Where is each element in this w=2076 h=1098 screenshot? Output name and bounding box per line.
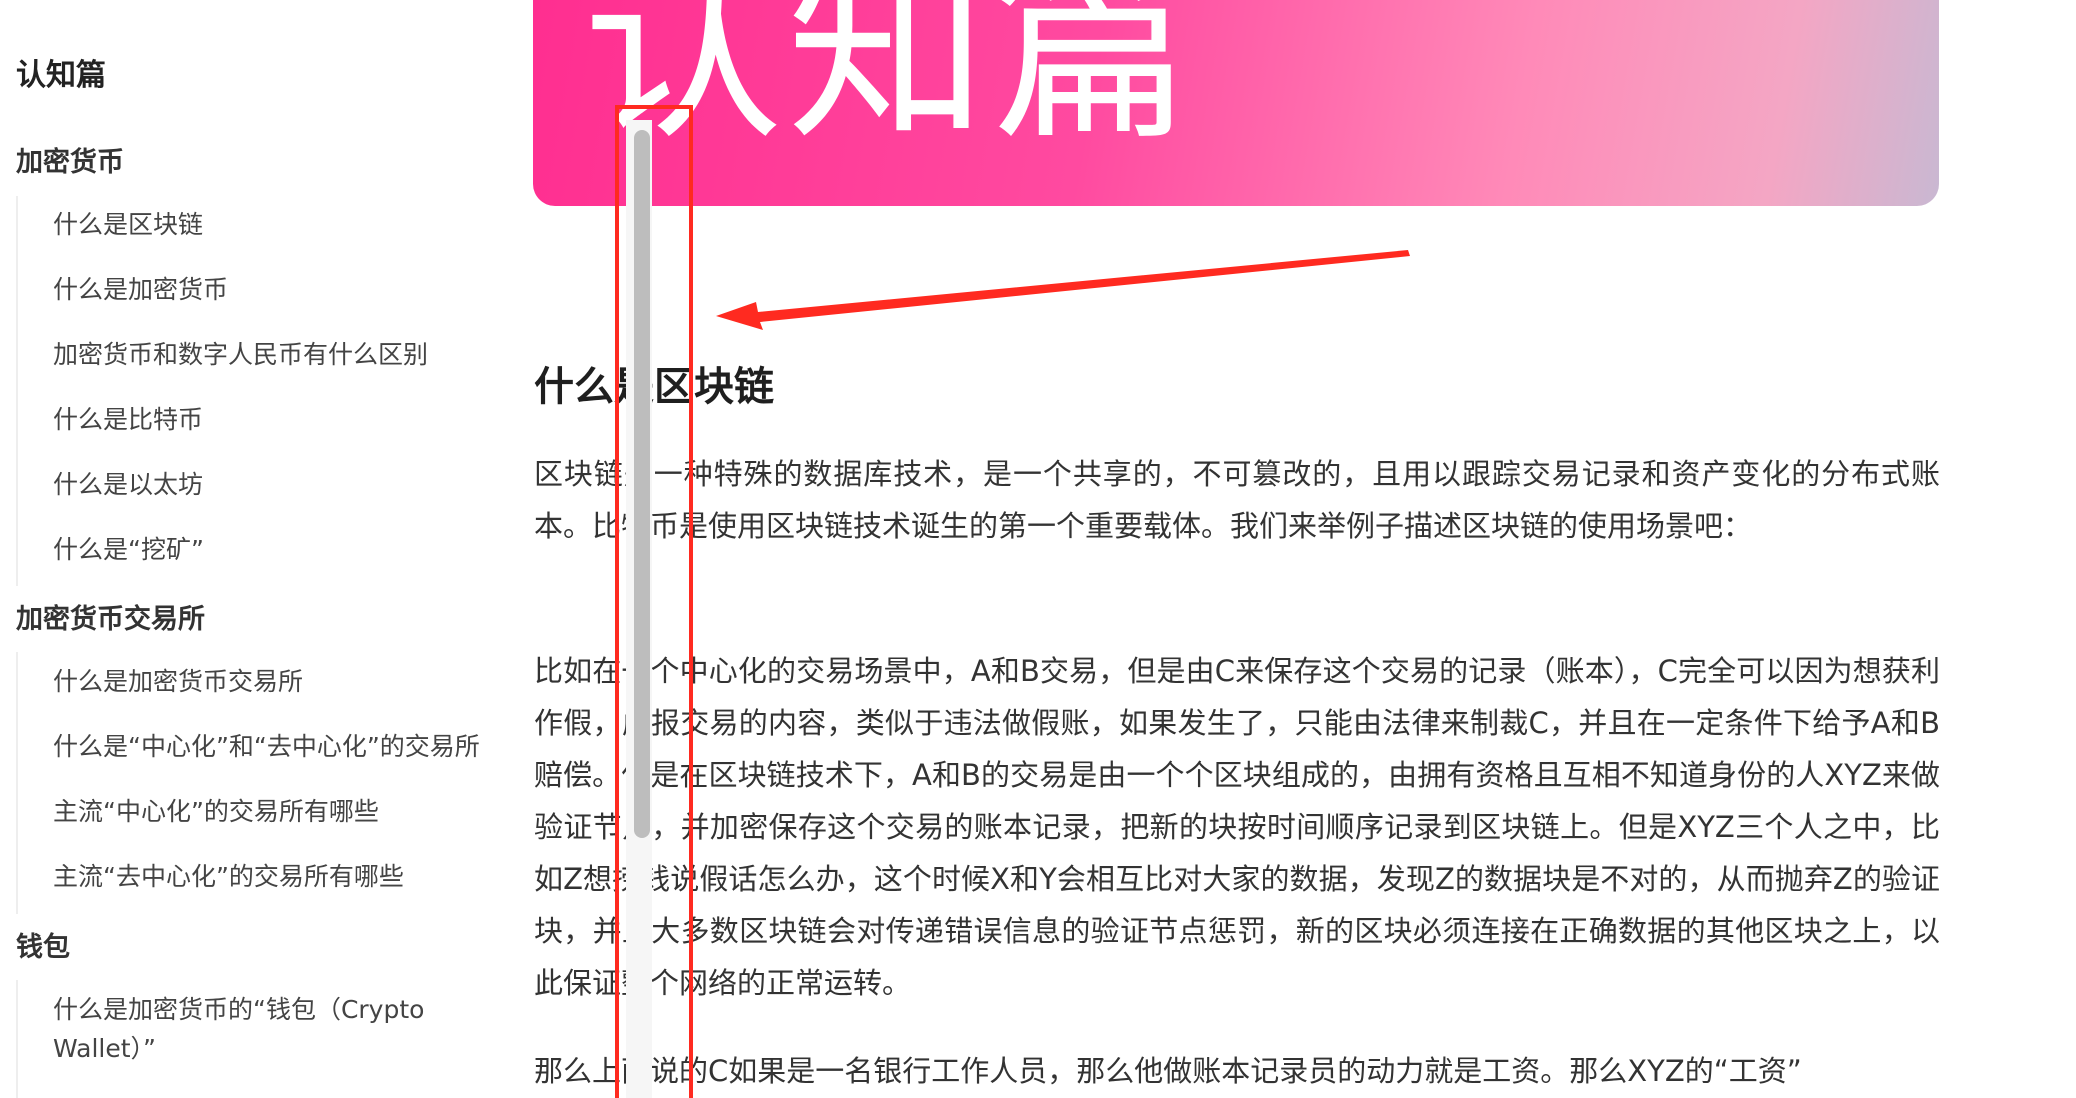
sidebar-group-divider <box>16 980 18 1098</box>
sidebar-item-what-is-ethereum[interactable]: 什么是以太坊 <box>53 465 523 504</box>
sidebar-item-what-is-bitcoin[interactable]: 什么是比特币 <box>53 400 523 439</box>
sidebar-item-main-cex[interactable]: 主流“中心化”的交易所有哪些 <box>53 792 523 831</box>
sidebar-item-cex-vs-dex[interactable]: 什么是“中心化”和“去中心化”的交易所 <box>53 727 523 766</box>
annotation-highlight-box <box>615 105 693 1098</box>
sidebar-root-title[interactable]: 认知篇 <box>16 50 106 94</box>
sidebar-item-crypto-vs-ecny[interactable]: 加密货币和数字人民币有什么区别 <box>53 335 523 374</box>
article-paragraph: 那么上面说的C如果是一名银行工作人员，那么他做账本记录员的动力就是工资。那么XY… <box>534 1054 1802 1088</box>
hero-banner: 认知篇 <box>533 0 1939 206</box>
sidebar-item-main-dex[interactable]: 主流“去中心化”的交易所有哪些 <box>53 857 523 896</box>
sidebar-section-crypto[interactable]: 加密货币 <box>16 140 124 179</box>
sidebar-group-divider <box>16 196 18 586</box>
sidebar-group-divider <box>16 652 18 914</box>
sidebar-item-what-is-mining[interactable]: 什么是“挖矿” <box>53 530 523 569</box>
page: 认知篇 加密货币 什么是区块链 什么是加密货币 加密货币和数字人民币有什么区别 … <box>0 0 2076 1098</box>
sidebar-item-what-is-exchange[interactable]: 什么是加密货币交易所 <box>53 662 523 701</box>
sidebar-item-what-is-blockchain[interactable]: 什么是区块链 <box>53 205 523 244</box>
sidebar-section-wallet[interactable]: 钱包 <box>16 925 70 964</box>
article-paragraph: 区块链是一种特殊的数据库技术，是一个共享的，不可篡改的，且用以跟踪交易记录和资产… <box>534 457 1940 543</box>
article-paragraph: 比如在一个中心化的交易场景中，A和B交易，但是由C来保存这个交易的记录（账本），… <box>534 654 1940 1000</box>
sidebar-section-exchanges[interactable]: 加密货币交易所 <box>16 597 205 636</box>
sidebar-nav: 认知篇 加密货币 什么是区块链 什么是加密货币 加密货币和数字人民币有什么区别 … <box>0 0 520 1098</box>
sidebar-item-what-is-crypto[interactable]: 什么是加密货币 <box>53 270 523 309</box>
sidebar-item-what-is-wallet[interactable]: 什么是加密货币的“钱包（Crypto Wallet）” <box>53 990 473 1068</box>
